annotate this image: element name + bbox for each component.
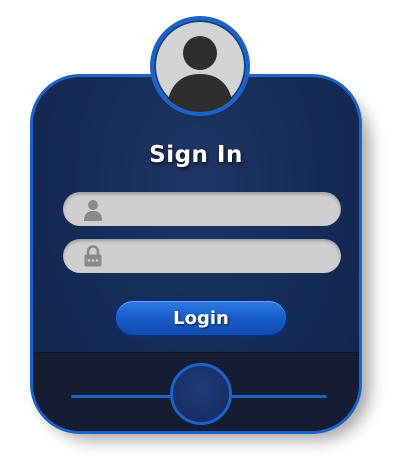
- user-icon: [84, 200, 102, 221]
- login-widget: Sign In Login: [0, 0, 400, 463]
- footer-slider-knob[interactable]: [170, 363, 232, 425]
- page-title: Sign In: [149, 142, 243, 168]
- avatar-silhouette-icon: [166, 36, 234, 112]
- user-avatar-icon: [150, 16, 250, 116]
- password-field-container[interactable]: [63, 239, 341, 275]
- password-input[interactable]: [109, 239, 333, 275]
- login-button[interactable]: Login: [114, 299, 288, 337]
- lock-icon: [84, 245, 102, 267]
- username-input[interactable]: [109, 192, 333, 228]
- username-field-container[interactable]: [63, 192, 341, 228]
